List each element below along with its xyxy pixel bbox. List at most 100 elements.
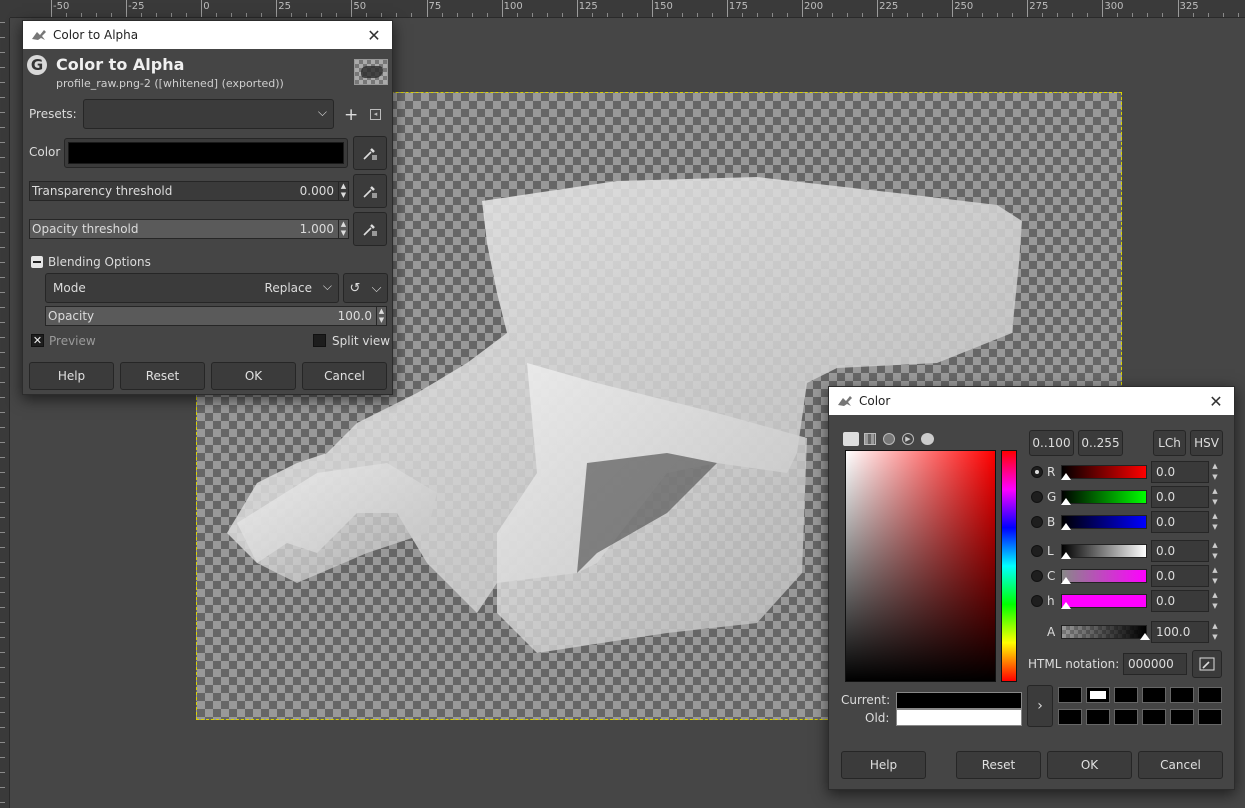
spin-arrows-icon[interactable]: ▲ ▼ — [1209, 565, 1221, 587]
spin-arrows-icon[interactable]: ▲ ▼ — [1209, 511, 1221, 533]
add-to-history-button[interactable]: › — [1027, 685, 1053, 727]
slider-handle-icon[interactable] — [1061, 552, 1071, 559]
help-button[interactable]: Help — [29, 362, 114, 390]
collapse-icon[interactable] — [31, 256, 43, 268]
preset-menu-icon[interactable]: ◂ — [370, 109, 381, 120]
channel-value-l[interactable]: 0.0 — [1151, 540, 1209, 562]
slider-handle-icon[interactable] — [1061, 577, 1071, 584]
spin-arrows-icon[interactable]: ▲ ▼ — [1209, 621, 1221, 643]
channel-radio-r[interactable] — [1031, 466, 1043, 478]
channel-radio-h[interactable] — [1031, 595, 1043, 607]
mode-combo[interactable]: Mode Replace ⌵ — [45, 273, 339, 303]
cancel-button[interactable]: Cancel — [1138, 751, 1223, 779]
channel-slider-b[interactable] — [1061, 515, 1147, 530]
history-swatch[interactable] — [1170, 687, 1194, 703]
preview-checkbox[interactable]: ✕ — [31, 334, 44, 347]
close-icon[interactable]: ✕ — [1206, 392, 1226, 411]
range-0-100-button[interactable]: 0..100 — [1029, 430, 1074, 456]
color-picker-button[interactable] — [353, 136, 387, 170]
history-swatch[interactable] — [1086, 709, 1110, 725]
ruler-minor-tick — [0, 727, 5, 728]
saturation-value-field[interactable] — [845, 450, 996, 682]
old-color-swatch[interactable] — [896, 709, 1022, 726]
channel-slider-r[interactable] — [1061, 465, 1147, 480]
channel-slider-g[interactable] — [1061, 490, 1147, 505]
range-0-255-button[interactable]: 0..255 — [1078, 430, 1123, 456]
spin-arrows-icon[interactable]: ▲ ▼ — [1209, 540, 1221, 562]
reset-button[interactable]: Reset — [956, 751, 1041, 779]
gegl-logo-icon: G — [27, 55, 47, 75]
slider-handle-icon[interactable] — [1061, 523, 1071, 530]
history-swatch[interactable] — [1058, 709, 1082, 725]
reset-button[interactable]: Reset — [120, 362, 205, 390]
ok-button[interactable]: OK — [1047, 751, 1132, 779]
presets-combo[interactable]: ⌵ — [83, 99, 334, 129]
opacity-threshold-spin[interactable]: Opacity threshold 1.000 ▲ ▼ — [29, 219, 349, 239]
history-swatch[interactable] — [1170, 709, 1194, 725]
history-swatch[interactable] — [1198, 687, 1222, 703]
channel-value-g[interactable]: 0.0 — [1151, 486, 1209, 508]
color-dialog-titlebar[interactable]: Color ✕ — [829, 387, 1234, 415]
horizontal-ruler[interactable]: -50 -25 0 25 50 75 100 125 150 175 200 225 250 275 300… — [10, 0, 1245, 18]
hsv-button[interactable]: HSV — [1190, 430, 1223, 456]
channel-radio-g[interactable] — [1031, 491, 1043, 503]
channel-radio-l[interactable] — [1031, 545, 1043, 557]
blending-options-label[interactable]: Blending Options — [48, 255, 151, 269]
history-swatch[interactable] — [1114, 687, 1138, 703]
spin-arrows-icon[interactable]: ▲ ▼ — [338, 220, 348, 238]
spin-arrows-icon[interactable]: ▲ ▼ — [1209, 486, 1221, 508]
wheel-tab-icon[interactable]: ▶ — [902, 433, 914, 445]
channel-value-b[interactable]: 0.0 — [1151, 511, 1209, 533]
html-notation-input[interactable]: 000000 — [1123, 653, 1187, 675]
ruler-minor-tick — [0, 262, 5, 263]
hue-strip[interactable] — [1001, 450, 1017, 682]
split-view-checkbox[interactable] — [313, 334, 326, 347]
cmyk-tab-icon[interactable] — [864, 433, 876, 445]
color-to-alpha-titlebar[interactable]: Color to Alpha ✕ — [23, 21, 392, 49]
color-button[interactable] — [64, 138, 348, 168]
channel-radio-c[interactable] — [1031, 570, 1043, 582]
opacity-picker-button[interactable] — [353, 212, 387, 246]
ok-button[interactable]: OK — [211, 362, 296, 390]
lch-button[interactable]: LCh — [1153, 430, 1186, 456]
vertical-ruler[interactable] — [0, 18, 10, 808]
transparency-threshold-spin[interactable]: Transparency threshold 0.000 ▲ ▼ — [29, 181, 349, 201]
history-swatch[interactable] — [1142, 709, 1166, 725]
history-swatch[interactable] — [1142, 687, 1166, 703]
history-swatch[interactable] — [1058, 687, 1082, 703]
history-swatch[interactable] — [1086, 687, 1110, 703]
opacity-spin[interactable]: Opacity 100.0 ▲ ▼ — [45, 306, 387, 326]
cancel-button[interactable]: Cancel — [302, 362, 387, 390]
ruler-minor-tick — [291, 13, 293, 17]
spin-arrows-icon[interactable]: ▲ ▼ — [1209, 590, 1221, 612]
channel-slider-h[interactable] — [1061, 594, 1147, 609]
alpha-value[interactable]: 100.0 — [1151, 621, 1209, 643]
channel-radio-b[interactable] — [1031, 516, 1043, 528]
channel-value-r[interactable]: 0.0 — [1151, 461, 1209, 483]
slider-handle-icon[interactable] — [1061, 602, 1071, 609]
gimp-selector-tab-icon[interactable] — [843, 432, 859, 446]
channel-value-c[interactable]: 0.0 — [1151, 565, 1209, 587]
help-button[interactable]: Help — [841, 751, 926, 779]
channel-slider-l[interactable] — [1061, 544, 1147, 559]
spin-arrows-icon[interactable]: ▲ ▼ — [1209, 461, 1221, 483]
composite-mode-button[interactable]: ↺ ⌵ — [343, 273, 388, 303]
close-icon[interactable]: ✕ — [364, 26, 384, 45]
add-preset-icon[interactable]: + — [344, 105, 358, 125]
ruler-minor-tick — [0, 337, 5, 338]
transparency-picker-button[interactable] — [353, 174, 387, 208]
spin-arrows-icon[interactable]: ▲ ▼ — [376, 307, 386, 325]
channel-value-h[interactable]: 0.0 — [1151, 590, 1209, 612]
spin-arrows-icon[interactable]: ▲ ▼ — [338, 182, 348, 200]
alpha-slider[interactable] — [1061, 625, 1150, 640]
screen-picker-button[interactable] — [1192, 650, 1222, 678]
slider-handle-icon[interactable] — [1061, 473, 1071, 480]
channel-label-g: G — [1047, 490, 1057, 504]
watercolor-tab-icon[interactable] — [883, 433, 895, 445]
ruler-minor-tick — [0, 277, 5, 278]
channel-slider-c[interactable] — [1061, 569, 1147, 584]
history-swatch[interactable] — [1198, 709, 1222, 725]
slider-handle-icon[interactable] — [1061, 498, 1071, 505]
history-swatch[interactable] — [1114, 709, 1138, 725]
palette-tab-icon[interactable] — [921, 433, 934, 445]
